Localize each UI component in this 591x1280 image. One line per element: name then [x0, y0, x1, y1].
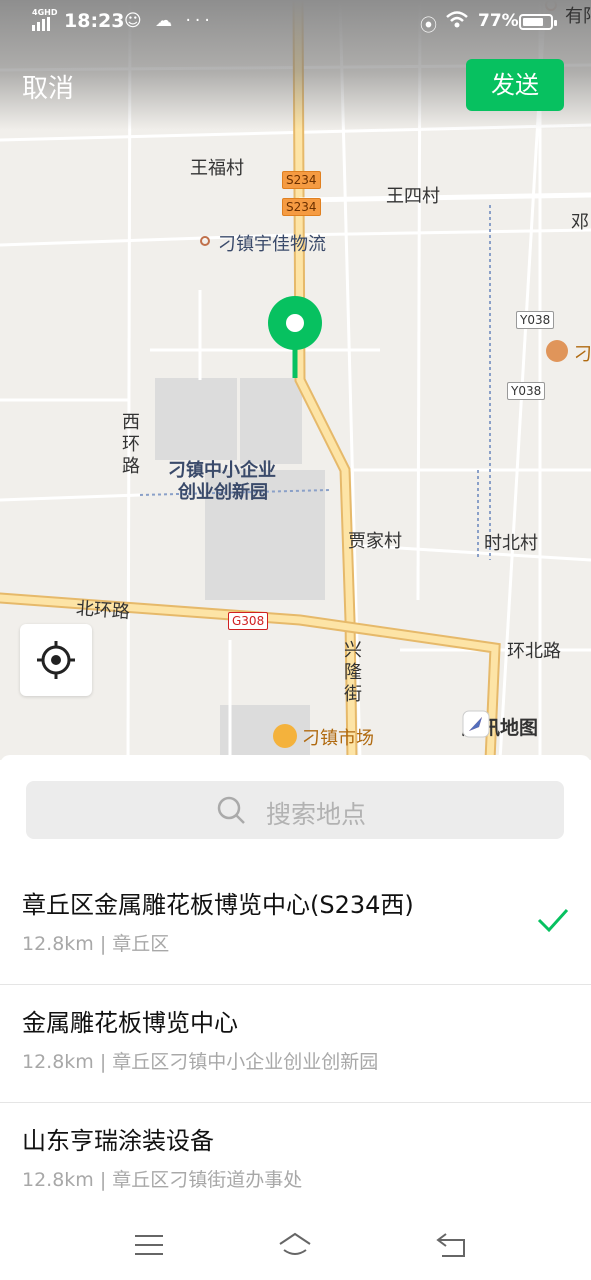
list-item-title: 山东亨瑞涂装设备: [22, 1127, 214, 1155]
checkmark-icon: [537, 908, 569, 933]
map-label-deng: 邓: [571, 212, 589, 233]
cancel-button[interactable]: 取消: [22, 68, 74, 105]
my-location-button[interactable]: [20, 624, 92, 696]
list-item[interactable]: 山东亨瑞涂装设备 12.8km | 章丘区刁镇街道办事处: [0, 1103, 591, 1221]
map-label-jiajia: 贾家村: [348, 531, 402, 552]
signal-icon: 4GHD: [32, 8, 57, 31]
battery-level: [523, 18, 543, 26]
menu-icon[interactable]: [132, 1230, 166, 1260]
location-status-icon: ⦿: [420, 16, 437, 36]
crosshair-icon: [37, 641, 75, 679]
search-icon: [217, 796, 245, 824]
list-item-title: 章丘区金属雕花板博览中心(S234西): [22, 891, 414, 919]
search-placeholder: 搜索地点: [266, 800, 367, 829]
send-button[interactable]: 发送: [466, 59, 564, 111]
system-nav-bar: [0, 1212, 591, 1280]
list-item[interactable]: 章丘区金属雕花板博览中心(S234西) 12.8km | 章丘区: [0, 867, 591, 985]
status-bar: 4GHD 18:23 ☺ ☁ ··· ⦿ 77%: [0, 0, 591, 44]
location-pin-icon: [268, 296, 322, 378]
map-view[interactable]: 王福村 王四村 邓 刁镇宇佳物流 西环路 刁镇中小企业 创业创新园 贾家村 时北…: [0, 0, 591, 760]
map-label-shibei: 时北村: [484, 533, 538, 554]
location-list-sheet: 搜索地点 章丘区金属雕花板博览中心(S234西) 12.8km | 章丘区 金属…: [0, 755, 591, 1280]
tencent-map-logo-icon: [462, 710, 490, 738]
list-item[interactable]: 金属雕花板博览中心 12.8km | 章丘区刁镇中小企业创业创新园: [0, 985, 591, 1103]
notification-icons: ☺ ☁ ···: [124, 11, 214, 31]
map-label-logistics[interactable]: 刁镇宇佳物流: [218, 230, 326, 256]
map-label-market[interactable]: 刁镇市场: [302, 724, 374, 750]
list-item-title: 金属雕花板博览中心: [22, 1009, 238, 1037]
map-label-huanbei: 环北路: [507, 641, 561, 662]
map-label-park-line2: 创业创新园: [178, 482, 268, 503]
battery-percent: 77%: [478, 11, 519, 31]
list-item-subtitle: 12.8km | 章丘区刁镇街道办事处: [22, 1169, 303, 1191]
list-item-subtitle: 12.8km | 章丘区: [22, 933, 170, 955]
map-label-xinglong: 兴隆街: [344, 640, 362, 705]
map-brand: 腾讯地图: [462, 710, 538, 742]
home-icon[interactable]: [278, 1230, 312, 1260]
map-label-xihuan: 西环路: [122, 412, 140, 477]
road-sign-s234: S234: [282, 198, 321, 216]
road-sign-s234: S234: [282, 171, 321, 189]
road-sign-y038: Y038: [516, 311, 555, 329]
status-time: 18:23: [64, 10, 125, 32]
list-item-subtitle: 12.8km | 章丘区刁镇中小企业创业创新园: [22, 1051, 379, 1073]
road-sign-g308: G308: [228, 612, 269, 630]
map-label-wangsi: 王四村: [386, 186, 440, 207]
back-icon[interactable]: [434, 1230, 468, 1260]
map-label-diao-right: 刁: [574, 344, 591, 365]
road-sign-y038: Y038: [507, 382, 546, 400]
search-input[interactable]: 搜索地点: [26, 781, 564, 839]
battery-icon: [519, 14, 557, 30]
map-label-wangfu: 王福村: [190, 158, 244, 179]
map-label-beihuan: 北环路: [75, 598, 131, 623]
